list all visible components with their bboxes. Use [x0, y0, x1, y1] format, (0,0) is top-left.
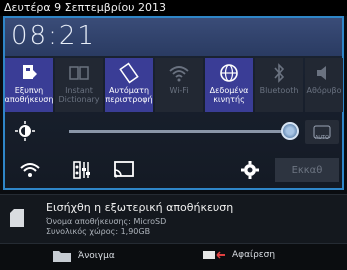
toggle-smart-save[interactable]: Εξυπνη αποθήκευση [5, 58, 53, 112]
open-action-label: Άνοιγμα [78, 251, 115, 261]
equalizer-icon [73, 161, 90, 179]
wifi-settings-button[interactable] [15, 156, 45, 184]
book-icon [69, 66, 89, 80]
folder-icon [53, 251, 71, 262]
cast-icon [114, 161, 134, 178]
toggle-silent[interactable]: Αθόρυβο [305, 58, 343, 112]
remove-action-button[interactable]: Αφαίρεση [202, 249, 275, 261]
cast-screen-button[interactable] [109, 156, 139, 184]
panel-bottom-row: Εκκαθ [5, 152, 342, 188]
toggle-auto-rotate[interactable]: Αυτόματη περιστροφή [105, 58, 153, 112]
toggle-instant-dictionary-label: Instant Dictionary [58, 86, 100, 104]
mute-icon [317, 66, 326, 80]
brightness-slider-handle[interactable] [281, 122, 299, 140]
sd-card-icon [10, 209, 24, 227]
brightness-icon [15, 121, 35, 141]
clock-row: 08:21 [5, 18, 342, 56]
smart-save-icon [23, 65, 37, 79]
clear-notifications-button[interactable]: Εκκαθ [275, 158, 339, 182]
auto-brightness-label: AUTO [314, 135, 330, 141]
toggle-smart-save-label: Εξυπνη αποθήκευση [4, 86, 54, 104]
toggle-silent-label: Αθόρυβο [306, 86, 342, 95]
bluetooth-icon [274, 63, 285, 83]
toggle-bluetooth-label: Bluetooth [259, 86, 299, 95]
eject-card-icon [203, 251, 225, 259]
notification-total-space: Συνολικός χώρος: 1,90GB [46, 227, 151, 236]
status-bar: Δευτέρα 9 Σεπτεμβρίου 2013 [0, 0, 347, 16]
toggle-bluetooth[interactable]: Bluetooth [255, 58, 303, 112]
gear-icon [241, 161, 259, 179]
remove-action-label: Αφαίρεση [232, 250, 276, 260]
settings-button[interactable] [235, 156, 265, 184]
toggle-auto-rotate-label: Αυτόματη περιστροφή [105, 86, 153, 104]
quick-settings-panel: 08:21 Εξυπνη αποθήκευση Instant Dictiona… [3, 16, 344, 190]
open-action-button[interactable]: Άνοιγμα [52, 249, 115, 263]
toggle-wifi-label: Wi-Fi [169, 86, 189, 95]
toggle-mobile-data[interactable]: Δεδομένα κινητής [205, 58, 253, 112]
wifi-settings-icon [20, 163, 40, 177]
notification-title: Εισήχθη η εξωτερική αποθήκευση [46, 201, 234, 214]
notification-storage-name: Όνομα αποθήκευσης: MicroSD [46, 217, 167, 226]
globe-icon [220, 64, 238, 82]
clear-notifications-label: Εκκαθ [291, 164, 323, 176]
audio-settings-button[interactable] [67, 156, 97, 184]
brightness-slider[interactable] [69, 130, 295, 133]
notification-card[interactable]: Εισήχθη η εξωτερική αποθήκευση Όνομα απο… [0, 194, 347, 244]
toggle-mobile-data-label: Δεδομένα κινητής [209, 86, 249, 104]
rotate-icon [119, 62, 139, 84]
auto-brightness-button[interactable]: AUTO [305, 120, 339, 144]
toggle-wifi[interactable]: Wi-Fi [155, 58, 203, 112]
brightness-row: AUTO [5, 114, 342, 148]
notification-actions: Άνοιγμα Αφαίρεση [0, 244, 347, 270]
clock: 08:21 [11, 21, 96, 51]
toggle-instant-dictionary[interactable]: Instant Dictionary [55, 58, 103, 112]
status-date: Δευτέρα 9 Σεπτεμβρίου 2013 [4, 1, 167, 14]
quick-toggles: Εξυπνη αποθήκευση Instant Dictionary Αυτ… [5, 58, 343, 112]
wifi-icon [169, 66, 189, 82]
